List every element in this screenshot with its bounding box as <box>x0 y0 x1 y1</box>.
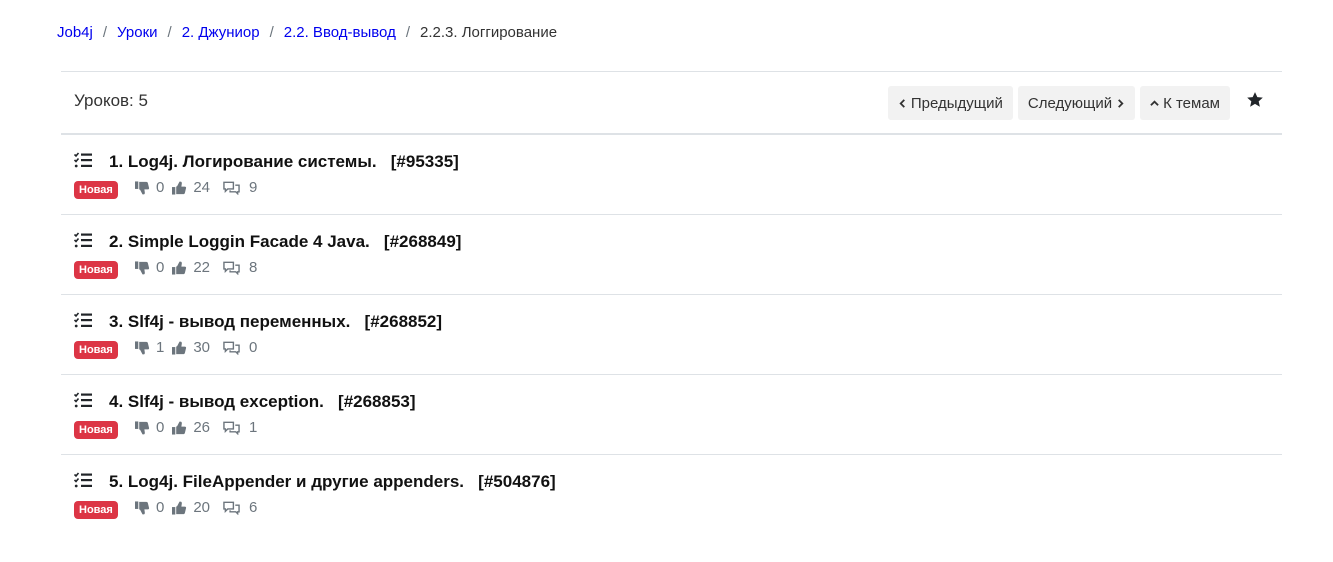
comments-icon <box>223 421 240 435</box>
new-badge: Новая <box>74 261 118 279</box>
lesson-item: 3. Slf4j - вывод переменных. [#268852] Н… <box>61 295 1282 375</box>
dislike-count: 0 <box>156 499 165 516</box>
previous-button[interactable]: Предыдущий <box>887 86 1013 120</box>
comments-stat: 6 <box>223 499 257 516</box>
breadcrumb-separator: / <box>102 24 108 41</box>
new-badge: Новая <box>74 181 118 199</box>
dislike-count: 0 <box>156 259 165 276</box>
lesson-stats: 0 24 9 <box>135 179 257 196</box>
thumbs-down-icon <box>135 180 150 194</box>
star-icon[interactable] <box>1246 91 1264 109</box>
topics-button[interactable]: К темам <box>1140 86 1230 120</box>
next-button[interactable]: Следующий <box>1017 86 1136 120</box>
thumbs-up-icon <box>172 181 187 195</box>
breadcrumb-link-junior[interactable]: 2. Джуниор <box>182 24 260 41</box>
next-button-label: Следующий <box>1027 94 1113 112</box>
breadcrumb-separator: / <box>269 24 274 41</box>
dislike-count: 0 <box>156 179 165 196</box>
comments-count: 0 <box>249 339 258 356</box>
comments-stat: 9 <box>223 179 257 196</box>
lessons-header: Уроков: 5 Предыдущий Следующий К темам <box>61 72 1282 135</box>
comments-stat: 1 <box>223 419 257 436</box>
comments-stat: 0 <box>223 339 257 356</box>
like-stat: 24 <box>172 179 210 196</box>
lesson-title-link[interactable]: 5. Log4j. FileAppender и другие appender… <box>109 472 556 492</box>
lesson-stats: 0 22 8 <box>135 259 257 276</box>
like-stat: 22 <box>172 259 210 276</box>
like-stat: 30 <box>172 339 210 356</box>
lessons-card: Уроков: 5 Предыдущий Следующий К темам 1… <box>61 71 1282 535</box>
previous-button-label: Предыдущий <box>910 94 1003 112</box>
thumbs-down-icon <box>135 500 150 514</box>
like-count: 30 <box>193 339 211 356</box>
lesson-item: 4. Slf4j - вывод exception. [#268853] Но… <box>61 375 1282 455</box>
dislike-stat: 0 <box>135 259 164 276</box>
lesson-stats: 1 30 0 <box>135 339 257 356</box>
tasks-icon <box>74 392 92 408</box>
breadcrumb: Job4j / Уроки / 2. Джуниор / 2.2. Ввод-в… <box>57 24 557 41</box>
dislike-stat: 0 <box>135 179 164 196</box>
comments-icon <box>223 341 240 355</box>
tasks-icon <box>74 152 92 168</box>
breadcrumb-link-job4j[interactable]: Job4j <box>57 24 93 41</box>
dislike-stat: 1 <box>135 339 164 356</box>
comments-icon <box>223 501 240 515</box>
chevron-right-icon <box>1118 98 1124 108</box>
tasks-icon <box>74 312 92 328</box>
comments-stat: 8 <box>223 259 257 276</box>
like-stat: 20 <box>172 499 210 516</box>
like-count: 22 <box>193 259 211 276</box>
comments-count: 1 <box>249 419 258 436</box>
thumbs-down-icon <box>135 420 150 434</box>
breadcrumb-link-lessons[interactable]: Уроки <box>117 24 157 41</box>
new-badge: Новая <box>74 341 118 359</box>
like-count: 20 <box>193 499 211 516</box>
lesson-item: 5. Log4j. FileAppender и другие appender… <box>61 455 1282 535</box>
comments-count: 6 <box>249 499 258 516</box>
thumbs-up-icon <box>172 421 187 435</box>
lesson-item: 1. Log4j. Логирование системы. [#95335] … <box>61 135 1282 215</box>
thumbs-up-icon <box>172 341 187 355</box>
lesson-item: 2. Simple Loggin Facade 4 Java. [#268849… <box>61 215 1282 295</box>
lesson-title-link[interactable]: 1. Log4j. Логирование системы. [#95335] <box>109 152 459 172</box>
comments-count: 8 <box>249 259 258 276</box>
chevron-left-icon <box>899 98 905 108</box>
tasks-icon <box>74 472 92 488</box>
lesson-title-link[interactable]: 4. Slf4j - вывод exception. [#268853] <box>109 392 416 412</box>
lesson-stats: 0 20 6 <box>135 499 257 516</box>
new-badge: Новая <box>74 501 118 519</box>
thumbs-down-icon <box>135 260 150 274</box>
thumbs-up-icon <box>172 501 187 515</box>
breadcrumb-separator: / <box>405 24 410 41</box>
lesson-title-link[interactable]: 3. Slf4j - вывод переменных. [#268852] <box>109 312 442 332</box>
like-count: 24 <box>193 179 211 196</box>
lesson-stats: 0 26 1 <box>135 419 257 436</box>
comments-count: 9 <box>249 179 258 196</box>
like-count: 26 <box>193 419 211 436</box>
breadcrumb-link-io[interactable]: 2.2. Ввод-вывод <box>284 24 396 41</box>
breadcrumb-current: 2.2.3. Логгирование <box>420 24 558 41</box>
chevron-up-icon <box>1150 99 1159 106</box>
navigation-buttons: Предыдущий Следующий К темам <box>887 86 1230 120</box>
comments-icon <box>223 261 240 275</box>
thumbs-down-icon <box>135 340 150 354</box>
lesson-title-link[interactable]: 2. Simple Loggin Facade 4 Java. [#268849… <box>109 232 461 252</box>
lessons-count: Уроков: 5 <box>74 91 148 110</box>
dislike-stat: 0 <box>135 419 164 436</box>
dislike-count: 0 <box>156 419 165 436</box>
topics-button-label: К темам <box>1163 94 1220 112</box>
new-badge: Новая <box>74 421 118 439</box>
lesson-list: 1. Log4j. Логирование системы. [#95335] … <box>61 135 1282 535</box>
dislike-count: 1 <box>156 339 165 356</box>
like-stat: 26 <box>172 419 210 436</box>
breadcrumb-separator: / <box>167 24 172 41</box>
thumbs-up-icon <box>172 261 187 275</box>
tasks-icon <box>74 232 92 248</box>
comments-icon <box>223 181 240 195</box>
dislike-stat: 0 <box>135 499 164 516</box>
